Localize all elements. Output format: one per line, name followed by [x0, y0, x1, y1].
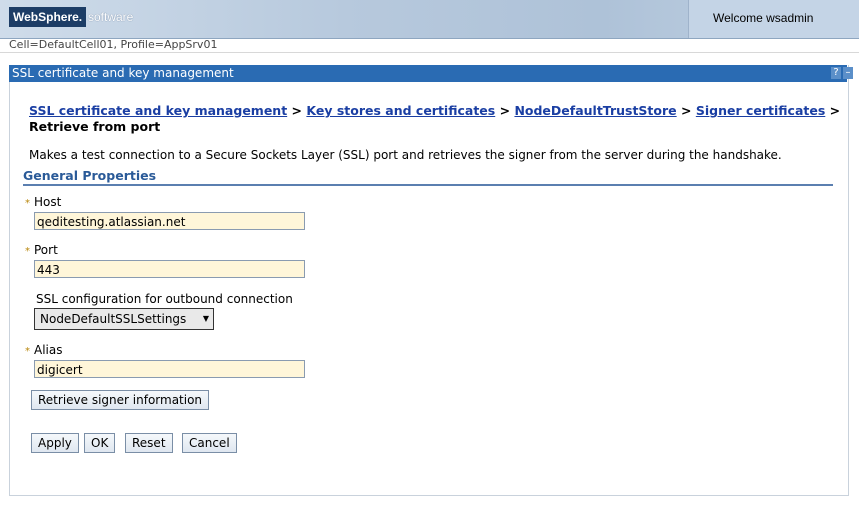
page-description: Makes a test connection to a Secure Sock…: [29, 148, 782, 162]
section-title: General Properties: [23, 168, 833, 186]
breadcrumb-link-signer-certs[interactable]: Signer certificates: [696, 103, 825, 118]
top-banner: WebSphere. software Welcome wsadmin: [0, 0, 859, 39]
breadcrumb-separator: >: [291, 103, 303, 118]
ssl-config-selected: NodeDefaultSSLSettings: [40, 312, 187, 326]
breadcrumb-separator: >: [681, 103, 692, 118]
panel-title: SSL certificate and key management: [12, 66, 234, 80]
welcome-area: Welcome wsadmin: [688, 0, 859, 38]
welcome-text: Welcome wsadmin: [713, 11, 814, 25]
port-label: * Port: [25, 243, 58, 257]
host-input[interactable]: qeditesting.atlassian.net: [34, 212, 305, 230]
breadcrumb: SSL certificate and key management > Key…: [29, 103, 849, 135]
minimize-icon[interactable]: –: [843, 67, 853, 79]
host-label: * Host: [25, 195, 61, 209]
websphere-logo: WebSphere.: [9, 7, 87, 27]
logo-software-text: software: [88, 10, 134, 24]
breadcrumb-link-trust-store[interactable]: NodeDefaultTrustStore: [514, 103, 676, 118]
breadcrumb-separator: >: [499, 103, 511, 118]
ok-button[interactable]: OK: [84, 433, 116, 453]
alias-label: * Alias: [25, 343, 62, 357]
port-input[interactable]: 443: [34, 260, 305, 278]
port-label-text: Port: [34, 243, 58, 257]
help-icon[interactable]: ?: [831, 67, 841, 79]
ssl-config-select[interactable]: NodeDefaultSSLSettings ▼: [34, 308, 214, 330]
panel-title-bar: SSL certificate and key management ? –: [9, 65, 853, 82]
alias-input[interactable]: digicert: [34, 360, 305, 378]
breadcrumb-link-ssl-cert-key-mgmt[interactable]: SSL certificate and key management: [29, 103, 287, 118]
retrieve-signer-button[interactable]: Retrieve signer information: [31, 390, 210, 410]
alias-label-text: Alias: [34, 343, 63, 357]
apply-button[interactable]: Apply: [31, 433, 79, 453]
breadcrumb-current: Retrieve from port: [29, 119, 161, 134]
cancel-button[interactable]: Cancel: [182, 433, 237, 453]
host-label-text: Host: [34, 195, 62, 209]
reset-button[interactable]: Reset: [125, 433, 173, 453]
chevron-down-icon: ▼: [202, 314, 210, 323]
breadcrumb-link-key-stores[interactable]: Key stores and certificates: [306, 103, 495, 118]
required-icon: *: [25, 198, 30, 209]
ssl-config-label: SSL configuration for outbound connectio…: [36, 292, 293, 306]
cell-profile-bar: Cell=DefaultCell01, Profile=AppSrv01: [0, 38, 859, 53]
breadcrumb-separator: >: [829, 103, 841, 118]
required-icon: *: [25, 346, 30, 357]
required-icon: *: [25, 246, 30, 257]
